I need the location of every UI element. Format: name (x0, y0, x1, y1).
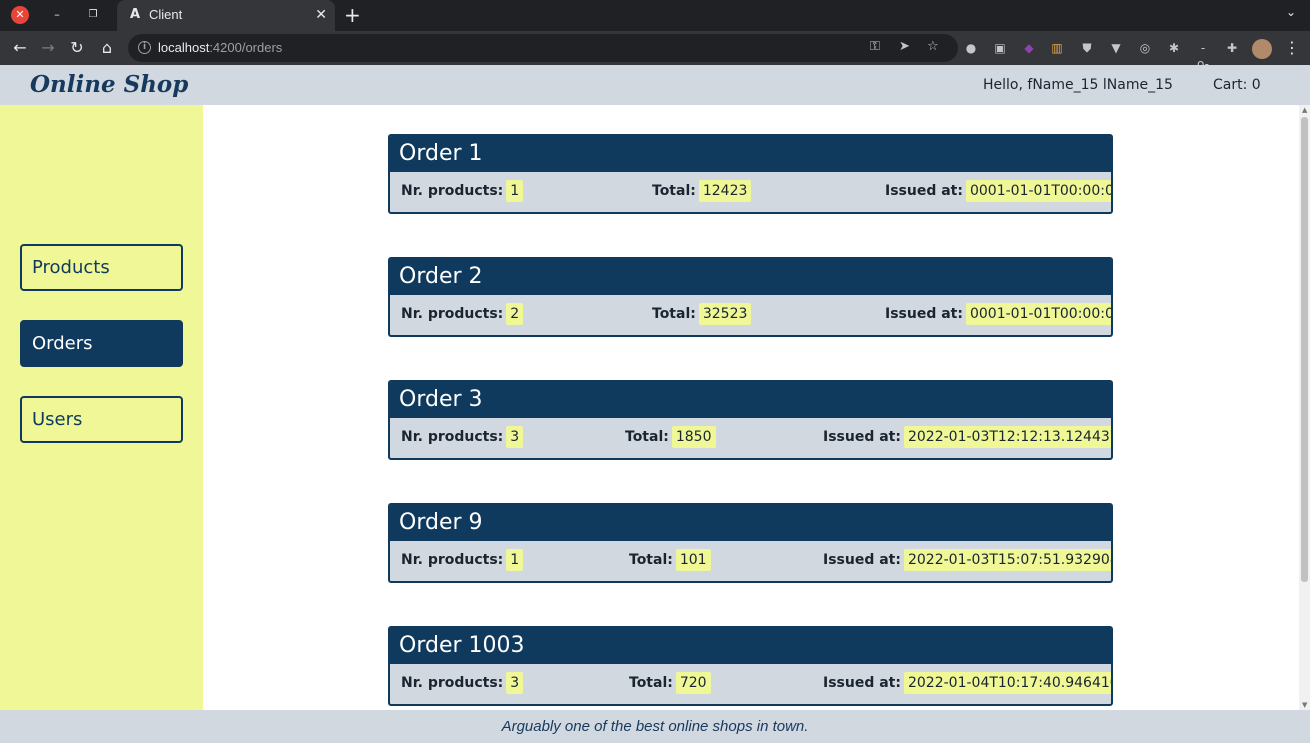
order-total-value: 32523 (698, 303, 752, 325)
extension-cb-icon[interactable]: ▣ (992, 40, 1008, 56)
extension-git-icon[interactable]: -o- (1195, 40, 1211, 71)
order-card: Order 1003 Nr. products: 3 Total: 720 Issu… (388, 626, 1113, 706)
order-issued-field: Issued at: 0001-01-01T00:00:00 (885, 180, 1111, 202)
order-products-field: Nr. products: 3 (401, 426, 524, 448)
sidebar: Products Orders Users (0, 105, 203, 710)
order-issued-value: 0001-01-01T00:00:00 (965, 303, 1111, 325)
order-details: Nr. products: 2 Total: 32523 Issued at: 000… (390, 295, 1111, 335)
extension-circle-icon[interactable]: ● (963, 40, 979, 56)
order-issued-value: 0001-01-01T00:00:00 (965, 180, 1111, 202)
new-tab-icon[interactable]: + (344, 4, 361, 26)
extension-asterisk-icon[interactable]: ✱ (1166, 40, 1182, 56)
order-products-field: Nr. products: 1 (401, 180, 524, 202)
order-total-value: 1850 (671, 426, 716, 448)
order-total-field: Total: 12423 (652, 180, 752, 202)
send-icon[interactable]: ➤ (899, 39, 910, 54)
order-details: Nr. products: 1 Total: 12423 Issued at: 000… (390, 172, 1111, 212)
scrollbar-thumb[interactable] (1301, 117, 1308, 582)
key-icon[interactable]: ⚿ (870, 39, 880, 54)
footer-tagline: Arguably one of the best online shops in… (501, 718, 809, 735)
url-text: localhost:4200/orders (158, 40, 283, 55)
sidebar-item-products[interactable]: Products (20, 244, 183, 291)
tab-title: Client (149, 7, 183, 22)
brand-logo[interactable]: Online Shop (30, 71, 188, 98)
order-products-value: 3 (506, 672, 524, 694)
scroll-up-arrow-icon[interactable]: ▲ (1302, 106, 1307, 114)
order-details: Nr. products: 3 Total: 720 Issued at: 2022-… (390, 664, 1111, 704)
order-total-field: Total: 1850 (625, 426, 716, 448)
order-title: Order 1 (390, 136, 1111, 172)
page-footer: Arguably one of the best online shops in… (0, 710, 1310, 743)
order-products-value: 3 (506, 426, 524, 448)
order-issued-field: Issued at: 0001-01-01T00:00:00 (885, 303, 1111, 325)
order-details: Nr. products: 1 Total: 101 Issued at: 2022-… (390, 541, 1111, 581)
tab-search-chevron-icon[interactable]: ⌄ (1286, 5, 1296, 19)
extension-books-icon[interactable]: ▥ (1049, 40, 1065, 56)
order-issued-value: 2022-01-04T10:17:40.9464104 (903, 672, 1111, 694)
scroll-down-arrow-icon[interactable]: ▼ (1302, 701, 1307, 709)
home-icon[interactable]: ⌂ (97, 38, 117, 58)
extension-badge-icon[interactable]: ◆ (1021, 40, 1037, 56)
browser-tab-bar: ✕ – ❐ A Client ✕ + ⌄ (0, 0, 1310, 31)
browser-menu-icon[interactable]: ⋮ (1284, 38, 1300, 57)
order-products-value: 2 (506, 303, 524, 325)
order-issued-value: 2022-01-03T12:12:13.1244378 (903, 426, 1111, 448)
order-title: Order 2 (390, 259, 1111, 295)
window-restore-icon[interactable]: ❐ (84, 6, 102, 24)
page-scrollbar[interactable]: ▲ ▼ (1299, 105, 1310, 710)
order-products-field: Nr. products: 3 (401, 672, 524, 694)
tab-close-icon[interactable]: ✕ (315, 7, 327, 23)
order-products-value: 1 (506, 549, 524, 571)
profile-avatar[interactable] (1252, 39, 1272, 59)
order-total-field: Total: 101 (629, 549, 711, 571)
order-issued-field: Issued at: 2022-01-03T12:12:13.1244378 (823, 426, 1111, 448)
order-issued-field: Issued at: 2022-01-04T10:17:40.9464104 (823, 672, 1111, 694)
bookmark-star-icon[interactable]: ☆ (927, 39, 939, 54)
order-card: Order 2 Nr. products: 2 Total: 32523 Issue… (388, 257, 1113, 337)
order-products-value: 1 (506, 180, 524, 202)
order-card: Order 9 Nr. products: 1 Total: 101 Issued … (388, 503, 1113, 583)
angular-favicon-icon: A (129, 7, 141, 22)
reload-icon[interactable]: ↻ (67, 38, 87, 58)
address-bar[interactable]: i localhost:4200/orders ⚿ ➤ ☆ (128, 34, 958, 62)
order-total-field: Total: 32523 (652, 303, 752, 325)
order-total-field: Total: 720 (629, 672, 711, 694)
order-issued-field: Issued at: 2022-01-03T15:07:51.9329082 (823, 549, 1111, 571)
browser-toolbar: ← → ↻ ⌂ i localhost:4200/orders ⚿ ➤ ☆ ● … (0, 31, 1310, 71)
window-minimize-icon[interactable]: – (48, 6, 66, 24)
order-title: Order 9 (390, 505, 1111, 541)
cart-link[interactable]: Cart: 0 (1213, 77, 1261, 93)
order-products-field: Nr. products: 1 (401, 549, 524, 571)
extensions-puzzle-icon[interactable]: ✚ (1224, 40, 1240, 56)
order-details: Nr. products: 3 Total: 1850 Issued at: 2022… (390, 418, 1111, 458)
window-close-icon[interactable]: ✕ (11, 6, 29, 24)
sidebar-item-users[interactable]: Users (20, 396, 183, 443)
order-card: Order 3 Nr. products: 3 Total: 1850 Issued… (388, 380, 1113, 460)
site-info-icon[interactable]: i (138, 41, 151, 54)
order-products-field: Nr. products: 2 (401, 303, 524, 325)
orders-list: Order 1 Nr. products: 1 Total: 12423 Issue… (203, 105, 1299, 710)
order-issued-value: 2022-01-03T15:07:51.9329082 (903, 549, 1111, 571)
sidebar-item-orders[interactable]: Orders (20, 320, 183, 367)
order-title: Order 3 (390, 382, 1111, 418)
extension-shield-icon[interactable]: ⛊ (1079, 40, 1095, 56)
browser-tab[interactable]: A Client ✕ (117, 0, 335, 31)
extension-vue-icon[interactable]: ▼ (1108, 40, 1124, 56)
order-total-value: 12423 (698, 180, 752, 202)
back-icon[interactable]: ← (10, 38, 30, 58)
order-total-value: 101 (675, 549, 711, 571)
app-header: Online Shop Hello, fName_15 lName_15 Car… (0, 65, 1310, 105)
user-greeting: Hello, fName_15 lName_15 (983, 77, 1173, 93)
order-total-value: 720 (675, 672, 711, 694)
order-title: Order 1003 (390, 628, 1111, 664)
extension-target-icon[interactable]: ◎ (1137, 40, 1153, 56)
order-card: Order 1 Nr. products: 1 Total: 12423 Issue… (388, 134, 1113, 214)
forward-icon[interactable]: → (38, 38, 58, 58)
